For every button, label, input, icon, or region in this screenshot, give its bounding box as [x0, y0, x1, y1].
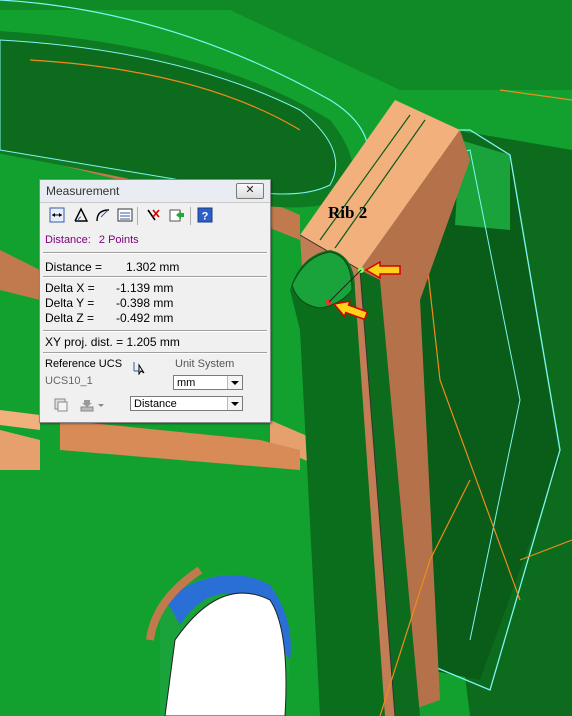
help-icon[interactable]: ?	[196, 206, 214, 224]
radius-icon[interactable]	[94, 206, 112, 224]
list-icon[interactable]	[116, 206, 134, 224]
svg-text:?: ?	[202, 211, 209, 223]
distance-mode: Distance: 2 Points	[45, 234, 139, 246]
dialog-title: Measurement	[46, 184, 120, 198]
measurement-dialog[interactable]: Measurement ✕ ? Distance: 2 Points Dista…	[39, 179, 271, 423]
delta-y-value: -0.398 mm	[116, 296, 174, 310]
reference-ucs-value: UCS10_1	[45, 375, 93, 387]
copy-icon[interactable]	[52, 396, 70, 414]
two-points-icon[interactable]	[48, 206, 66, 224]
chevron-down-icon[interactable]	[227, 397, 242, 410]
pick-ucs-icon[interactable]	[130, 358, 148, 376]
measure-type-select[interactable]: Distance	[130, 396, 243, 411]
dialog-titlebar[interactable]: Measurement ✕	[40, 180, 270, 203]
download-icon[interactable]	[78, 396, 96, 414]
reference-ucs-label: Reference UCS	[45, 358, 123, 370]
chevron-down-icon[interactable]	[227, 376, 242, 389]
delta-z-label: Delta Z =	[45, 311, 95, 325]
mode-label: Distance:	[45, 234, 91, 246]
close-button[interactable]: ✕	[236, 183, 264, 199]
distance-row: Distance =	[45, 260, 102, 274]
xy-proj-distance: XY proj. dist. = 1.205 mm	[45, 335, 180, 349]
measure-type-value: Distance	[134, 398, 177, 410]
delta-x-value: -1.139 mm	[116, 281, 174, 295]
unit-select[interactable]: mm	[173, 375, 243, 390]
mode-value: 2 Points	[98, 234, 139, 246]
download-menu-chevron-icon[interactable]	[96, 396, 106, 414]
unit-system-label: Unit System	[175, 358, 235, 370]
angle-icon[interactable]	[72, 206, 90, 224]
clear-icon[interactable]	[144, 206, 162, 224]
unit-select-value: mm	[177, 377, 196, 389]
distance-value: 1.302 mm	[126, 260, 180, 274]
delta-z-value: -0.492 mm	[116, 311, 174, 325]
delta-y-label: Delta Y =	[45, 296, 95, 310]
distance-label: Distance =	[45, 260, 103, 274]
rib-label: Rib 2	[328, 203, 368, 222]
export-icon[interactable]	[168, 206, 186, 224]
delta-x-label: Delta X =	[45, 281, 95, 295]
